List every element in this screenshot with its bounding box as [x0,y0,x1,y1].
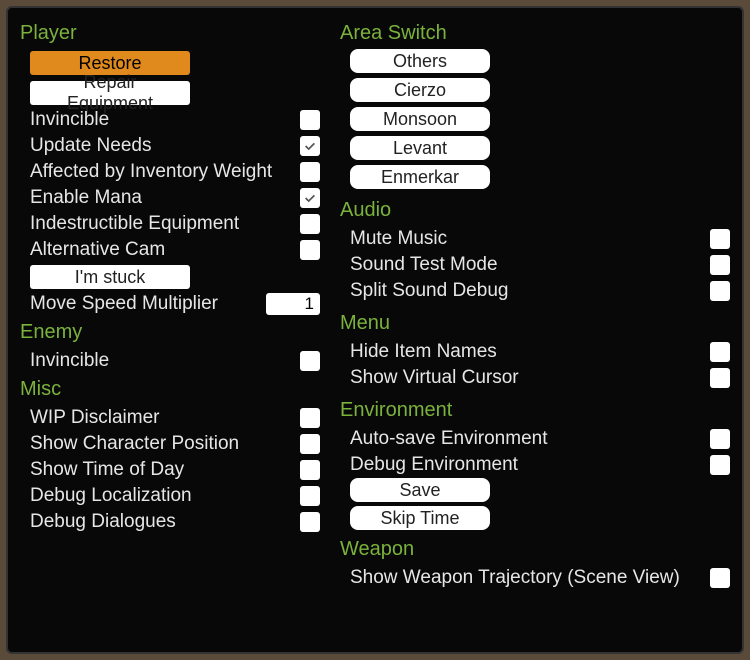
debug-env-label: Debug Environment [350,454,518,476]
update-needs-label: Update Needs [30,135,151,157]
split-sound-checkbox[interactable] [710,281,730,301]
loc-label: Debug Localization [30,485,192,507]
audio-header: Audio [340,195,730,226]
indestructible-checkbox[interactable] [300,214,320,234]
update-needs-row: Update Needs [20,133,320,159]
alternative-cam-label: Alternative Cam [30,239,165,261]
weapon-traj-checkbox[interactable] [710,568,730,588]
mute-checkbox[interactable] [710,229,730,249]
tod-row: Show Time of Day [20,457,320,483]
right-column: Area Switch Others Cierzo Monsoon Levant… [340,18,730,642]
enemy-header: Enemy [20,317,320,348]
menu-header: Menu [340,308,730,339]
autosave-checkbox[interactable] [710,429,730,449]
repair-equipment-button[interactable]: Repair Equipment [30,81,190,105]
wip-checkbox[interactable] [300,408,320,428]
weapon-header: Weapon [340,534,730,565]
hide-items-row: Hide Item Names [340,339,730,365]
virtual-cursor-label: Show Virtual Cursor [350,367,519,389]
move-speed-label: Move Speed Multiplier [30,293,218,315]
env-save-button[interactable]: Save [350,478,490,502]
tod-label: Show Time of Day [30,459,184,481]
enable-mana-row: Enable Mana [20,185,320,211]
virtual-cursor-row: Show Virtual Cursor [340,365,730,391]
player-header: Player [20,18,320,49]
area-cierzo-button[interactable]: Cierzo [350,78,490,102]
inventory-weight-row: Affected by Inventory Weight [20,159,320,185]
invincible-label: Invincible [30,109,109,131]
im-stuck-button[interactable]: I'm stuck [30,265,190,289]
sound-test-checkbox[interactable] [710,255,730,275]
area-others-button[interactable]: Others [350,49,490,73]
weapon-traj-label: Show Weapon Trajectory (Scene View) [350,567,680,589]
alternative-cam-row: Alternative Cam [20,237,320,263]
debug-env-row: Debug Environment [340,452,730,478]
alternative-cam-checkbox[interactable] [300,240,320,260]
autosave-label: Auto-save Environment [350,428,548,450]
enemy-invincible-label: Invincible [30,350,109,372]
update-needs-checkbox[interactable] [300,136,320,156]
split-sound-label: Split Sound Debug [350,280,508,302]
charpos-label: Show Character Position [30,433,239,455]
autosave-row: Auto-save Environment [340,426,730,452]
dlg-label: Debug Dialogues [30,511,176,533]
debug-env-checkbox[interactable] [710,455,730,475]
loc-row: Debug Localization [20,483,320,509]
loc-checkbox[interactable] [300,486,320,506]
sound-test-label: Sound Test Mode [350,254,498,276]
mute-label: Mute Music [350,228,447,250]
wip-row: WIP Disclaimer [20,405,320,431]
sound-test-row: Sound Test Mode [340,252,730,278]
tod-checkbox[interactable] [300,460,320,480]
misc-header: Misc [20,374,320,405]
invincible-checkbox[interactable] [300,110,320,130]
move-speed-row: Move Speed Multiplier [20,291,320,317]
enemy-invincible-checkbox[interactable] [300,351,320,371]
dlg-row: Debug Dialogues [20,509,320,535]
dlg-checkbox[interactable] [300,512,320,532]
weapon-traj-row: Show Weapon Trajectory (Scene View) [340,565,730,591]
enable-mana-label: Enable Mana [30,187,142,209]
inventory-weight-label: Affected by Inventory Weight [30,161,272,183]
inventory-weight-checkbox[interactable] [300,162,320,182]
split-sound-row: Split Sound Debug [340,278,730,304]
hide-items-label: Hide Item Names [350,341,497,363]
invincible-row: Invincible [20,107,320,133]
area-enmerkar-button[interactable]: Enmerkar [350,165,490,189]
hide-items-checkbox[interactable] [710,342,730,362]
indestructible-label: Indestructible Equipment [30,213,239,235]
charpos-row: Show Character Position [20,431,320,457]
debug-window: Player Restore Repair Equipment Invincib… [6,6,744,654]
area-monsoon-button[interactable]: Monsoon [350,107,490,131]
indestructible-row: Indestructible Equipment [20,211,320,237]
wip-label: WIP Disclaimer [30,407,160,429]
move-speed-input[interactable] [266,293,320,315]
env-skip-time-button[interactable]: Skip Time [350,506,490,530]
enable-mana-checkbox[interactable] [300,188,320,208]
area-levant-button[interactable]: Levant [350,136,490,160]
left-column: Player Restore Repair Equipment Invincib… [20,18,320,642]
env-header: Environment [340,395,730,426]
virtual-cursor-checkbox[interactable] [710,368,730,388]
enemy-invincible-row: Invincible [20,348,320,374]
charpos-checkbox[interactable] [300,434,320,454]
area-header: Area Switch [340,18,730,49]
mute-row: Mute Music [340,226,730,252]
